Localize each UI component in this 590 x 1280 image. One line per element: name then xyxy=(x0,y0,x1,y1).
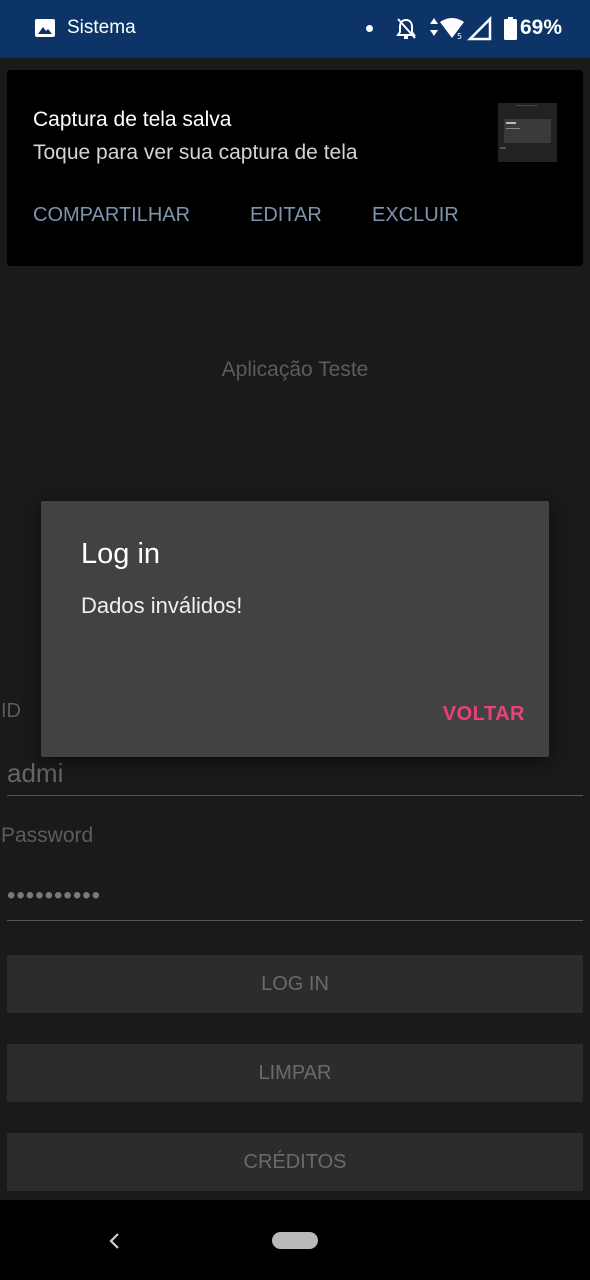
dnd-off-icon xyxy=(396,18,416,39)
password-label: Password xyxy=(1,824,94,847)
login-button[interactable]: LOG IN xyxy=(7,955,583,1013)
status-bar: Sistema 5 69% xyxy=(0,0,590,58)
app-title: Aplicação Teste xyxy=(221,358,369,381)
battery-icon xyxy=(504,17,517,40)
battery-percentage: 69% xyxy=(520,16,563,39)
password-input[interactable]: •••••••••• xyxy=(7,882,101,910)
id-label: ID xyxy=(1,700,21,722)
back-dialog-button[interactable]: VOLTAR xyxy=(415,701,525,727)
password-underline xyxy=(7,920,583,921)
id-input[interactable]: admi xyxy=(7,758,63,789)
navigation-bar xyxy=(0,1200,590,1280)
status-app-label: Sistema xyxy=(67,17,136,38)
dialog-message: Dados inválidos! xyxy=(81,593,243,618)
status-icons: 5 xyxy=(396,16,492,41)
login-error-dialog: Log in Dados inválidos! VOLTAR xyxy=(41,501,549,757)
signal-icon xyxy=(466,16,492,41)
svg-text:5: 5 xyxy=(457,32,462,41)
home-pill-icon[interactable] xyxy=(272,1232,318,1249)
dialog-title: Log in xyxy=(81,538,161,570)
clear-button[interactable]: LIMPAR xyxy=(7,1044,583,1102)
screenshot-notification[interactable]: Captura de tela salva Toque para ver sua… xyxy=(7,70,583,266)
wifi-icon: 5 xyxy=(440,18,464,41)
share-button[interactable]: COMPARTILHAR xyxy=(33,204,190,227)
back-icon[interactable] xyxy=(104,1229,124,1253)
data-arrows-icon xyxy=(430,18,438,36)
notification-title: Captura de tela salva xyxy=(33,108,232,131)
edit-button[interactable]: EDITAR xyxy=(250,204,322,227)
delete-button[interactable]: EXCLUIR xyxy=(372,204,459,227)
id-underline xyxy=(7,795,583,796)
screenshot-thumbnail[interactable] xyxy=(498,103,557,162)
image-icon xyxy=(35,19,55,37)
credits-button[interactable]: CRÉDITOS xyxy=(7,1133,583,1191)
notification-text: Toque para ver sua captura de tela xyxy=(33,141,358,164)
notification-dot-icon xyxy=(366,25,373,32)
